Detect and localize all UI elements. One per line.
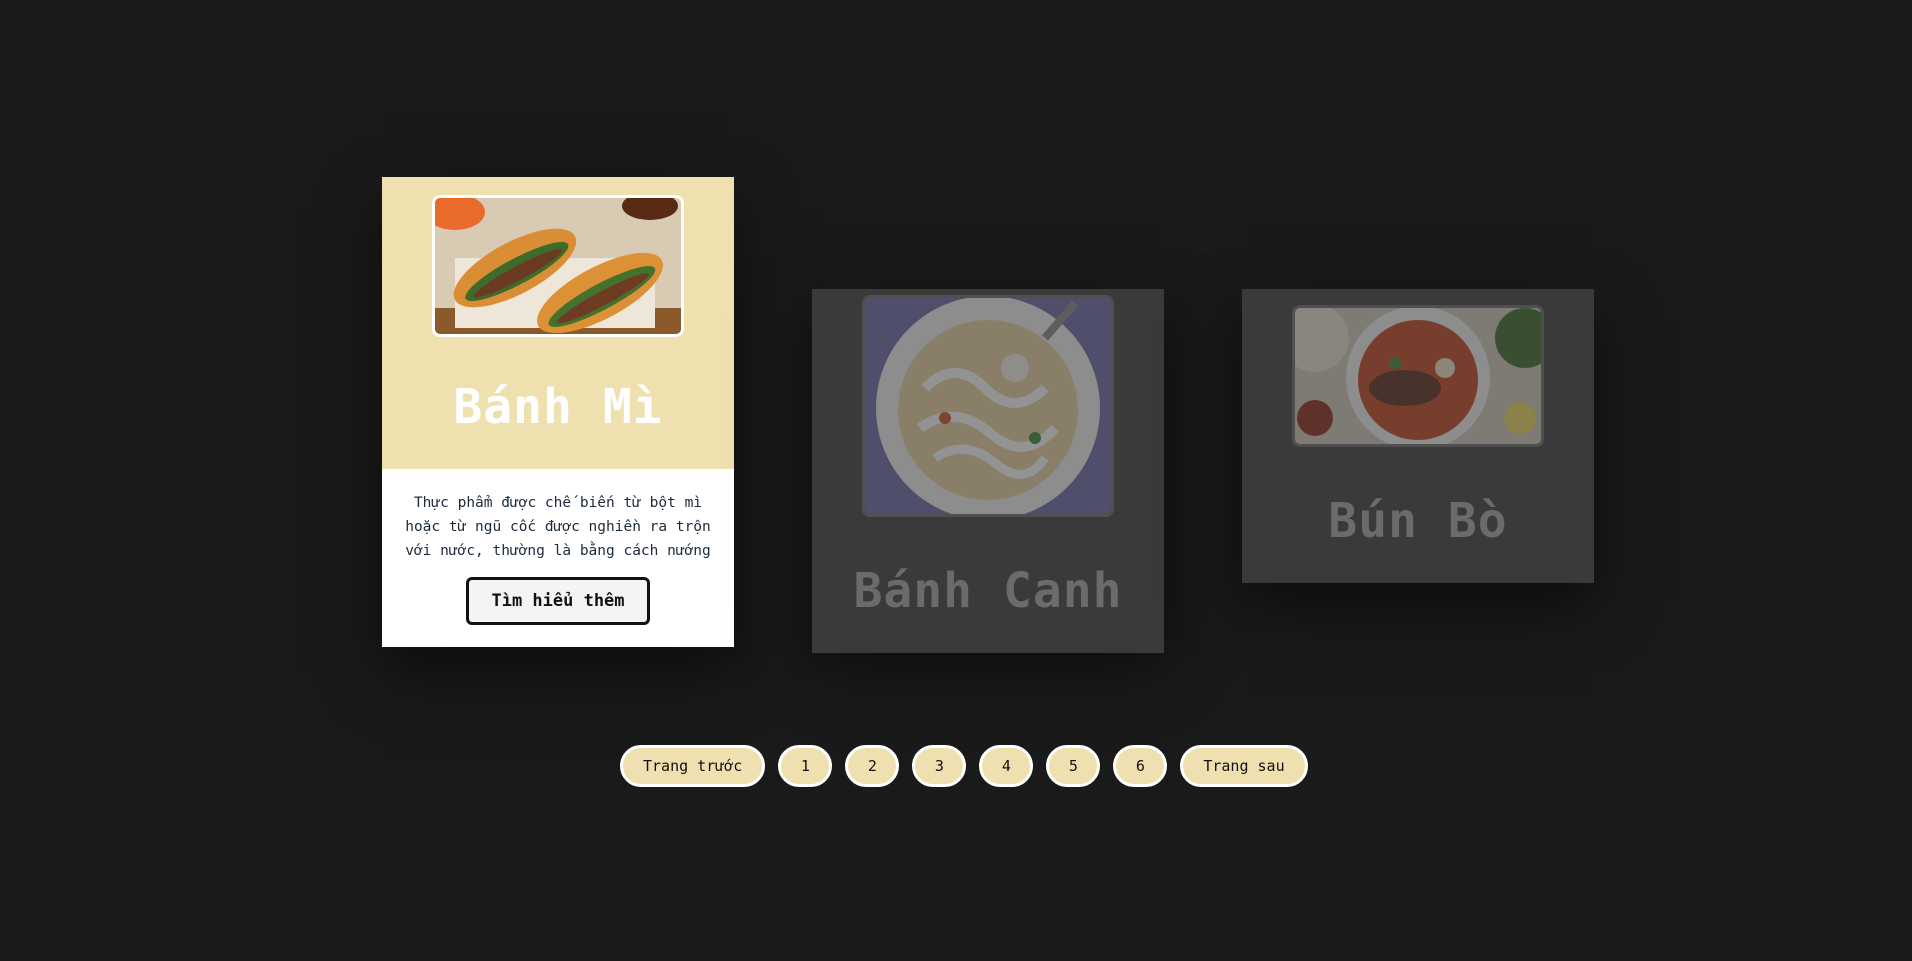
page-button-2[interactable]: 2 (845, 745, 900, 787)
banh-mi-image (432, 195, 684, 337)
card-title: Bún Bò (1328, 493, 1508, 549)
card-header: Bún Bò (1242, 289, 1594, 583)
card-description: Thực phẩm được chế biến từ bột mì hoặc t… (405, 495, 711, 559)
prev-page-button[interactable]: Trang trước (620, 745, 766, 787)
next-page-button[interactable]: Trang sau (1180, 745, 1308, 787)
bun-bo-image (1292, 305, 1544, 447)
banh-canh-image (862, 295, 1114, 517)
card-header: Bánh Canh (812, 289, 1164, 653)
food-card-banh-canh[interactable]: Bánh Canh (812, 289, 1164, 653)
learn-more-button[interactable]: Tìm hiểu thêm (466, 577, 650, 625)
page-button-3[interactable]: 3 (912, 745, 967, 787)
page-button-6[interactable]: 6 (1113, 745, 1168, 787)
food-card-banh-mi: Bánh Mì Thực phẩm được chế biến từ bột m… (382, 177, 734, 647)
card-body: Thực phẩm được chế biến từ bột mì hoặc t… (382, 469, 734, 647)
pagination: Trang trước 1 2 3 4 5 6 Trang sau (620, 745, 1308, 787)
page-button-1[interactable]: 1 (778, 745, 833, 787)
page-button-5[interactable]: 5 (1046, 745, 1101, 787)
card-title: Bánh Canh (853, 563, 1123, 619)
card-title: Bánh Mì (453, 379, 663, 435)
page-button-4[interactable]: 4 (979, 745, 1034, 787)
page: Bánh Mì Thực phẩm được chế biến từ bột m… (0, 0, 1912, 961)
food-card-bun-bo[interactable]: Bún Bò (1242, 289, 1594, 583)
card-header: Bánh Mì (382, 177, 734, 469)
